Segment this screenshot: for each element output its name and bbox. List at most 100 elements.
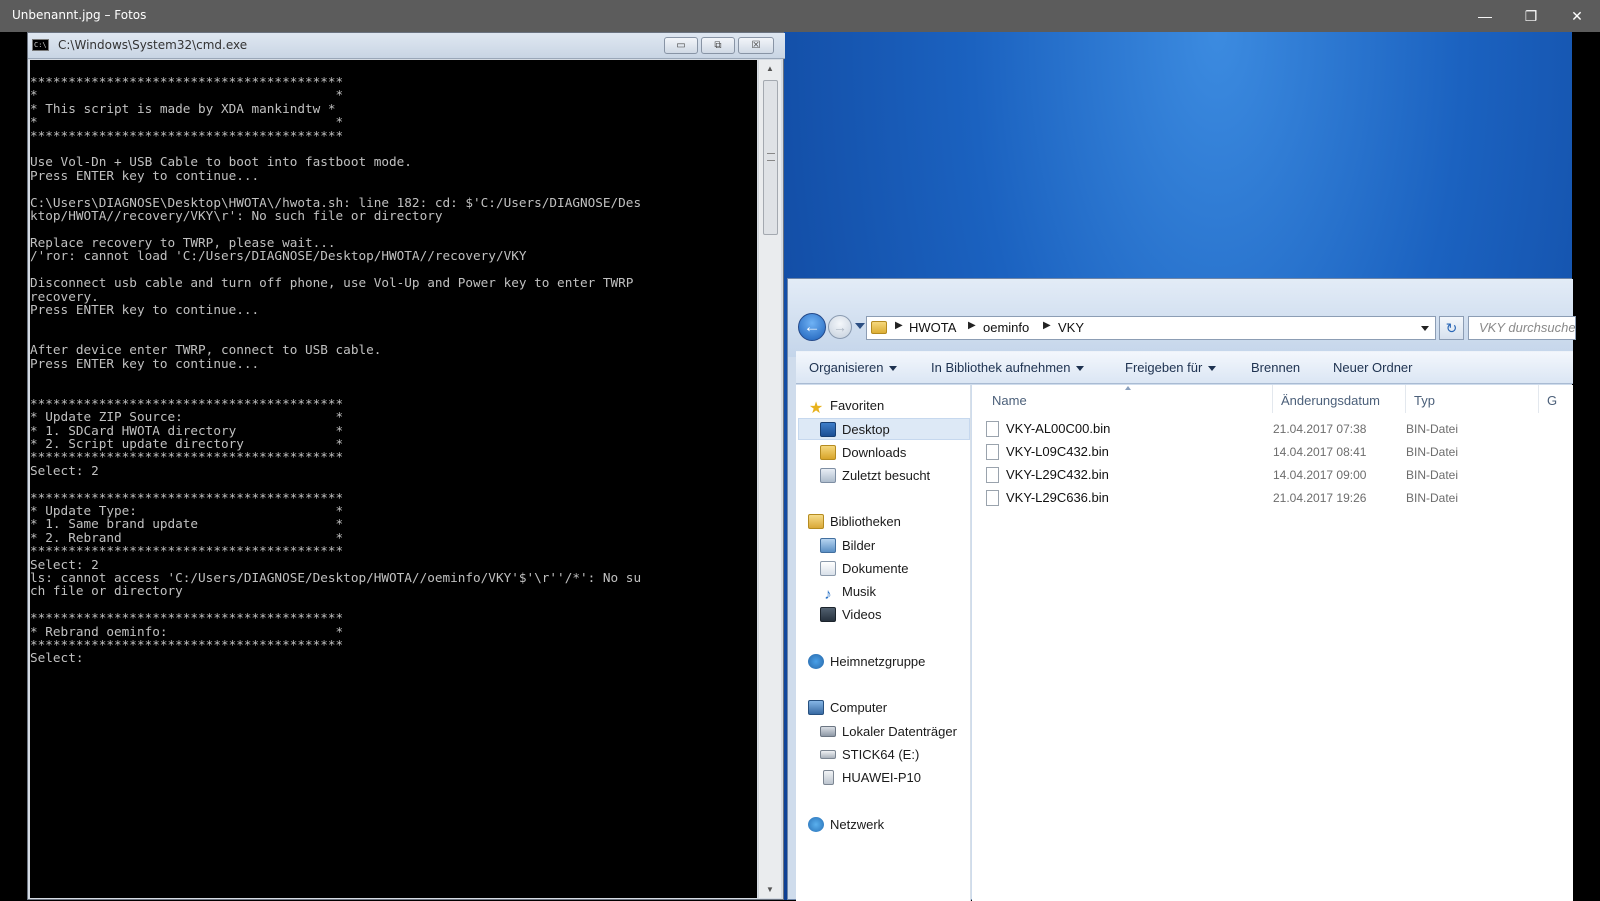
include-in-library-label: In Bibliothek aufnehmen: [931, 360, 1071, 375]
explorer-header: ← → ▶ HWOTA ▶ oeminfo ▶ VKY ↻ VKY durchs…: [788, 279, 1576, 357]
chevron-down-icon: [1076, 366, 1085, 372]
nav-pictures[interactable]: Bilder: [820, 535, 875, 557]
nav-label: Bibliotheken: [830, 514, 901, 529]
breadcrumb-vky[interactable]: VKY: [1058, 320, 1084, 335]
close-button[interactable]: ✕: [1554, 0, 1600, 32]
computer-icon: [808, 700, 824, 715]
console-output[interactable]: ****************************************…: [30, 60, 757, 898]
usb-drive-icon: [820, 750, 836, 759]
cmd-close-button[interactable]: ☒: [738, 37, 774, 54]
nav-network[interactable]: Netzwerk: [808, 814, 884, 836]
grip-icon: [767, 153, 775, 161]
homegroup-icon: [808, 654, 824, 669]
nav-music[interactable]: ♪ Musik: [820, 581, 876, 603]
file-date: 21.04.2017 19:26: [1273, 491, 1367, 505]
forward-button[interactable]: →: [828, 315, 852, 339]
photo-viewer: C:\ C:\Windows\System32\cmd.exe ▭ ⧉ ☒ **…: [0, 32, 1600, 901]
nav-documents[interactable]: Dokumente: [820, 558, 908, 580]
nav-local-disk[interactable]: Lokaler Datenträger: [820, 721, 957, 743]
nav-label: Desktop: [842, 422, 890, 437]
file-type: BIN-Datei: [1406, 445, 1459, 459]
nav-label: Videos: [842, 607, 882, 622]
desktop-icon: [820, 422, 836, 437]
file-name: VKY-L09C432.bin: [1006, 444, 1109, 459]
cmd-scrollbar[interactable]: ▲ ▼: [758, 60, 781, 898]
organize-label: Organisieren: [809, 360, 884, 375]
nav-huawei-p10[interactable]: HUAWEI-P10: [820, 767, 921, 789]
nav-homegroup[interactable]: Heimnetzgruppe: [808, 651, 925, 673]
nav-label: Musik: [842, 584, 876, 599]
nav-desktop[interactable]: Desktop: [798, 418, 970, 440]
breadcrumb-separator-icon[interactable]: ▶: [895, 320, 903, 331]
nav-libraries[interactable]: Bibliotheken: [808, 511, 901, 533]
breadcrumb-hwota[interactable]: HWOTA: [909, 320, 956, 335]
chevron-down-icon[interactable]: [1421, 326, 1429, 331]
music-icon: ♪: [824, 586, 832, 603]
share-with-button[interactable]: Freigeben für: [1125, 360, 1217, 375]
nav-label: Netzwerk: [830, 817, 885, 832]
search-input[interactable]: VKY durchsuchen: [1468, 316, 1576, 340]
nav-favorites[interactable]: ★ Favoriten: [808, 395, 884, 417]
file-row[interactable]: VKY-AL00C00.bin 21.04.2017 07:38 BIN-Dat…: [986, 418, 1566, 440]
nav-label: Favoriten: [830, 398, 885, 413]
column-header-type[interactable]: Typ: [1414, 393, 1435, 408]
recent-places-icon: [820, 468, 836, 483]
back-button[interactable]: ←: [798, 313, 826, 341]
file-date: 14.04.2017 09:00: [1273, 468, 1367, 482]
file-icon: [986, 467, 999, 483]
scroll-up-arrow-icon[interactable]: ▲: [759, 60, 781, 77]
scroll-thumb[interactable]: [763, 80, 778, 235]
column-divider[interactable]: [1538, 385, 1539, 413]
nav-stick64[interactable]: STICK64 (E:): [820, 744, 919, 766]
refresh-button[interactable]: ↻: [1439, 316, 1464, 340]
cmd-titlebar: C:\ C:\Windows\System32\cmd.exe ▭ ⧉ ☒: [28, 33, 785, 59]
cmd-icon: C:\: [32, 39, 49, 51]
nav-computer[interactable]: Computer: [808, 697, 887, 719]
cmd-window: C:\ C:\Windows\System32\cmd.exe ▭ ⧉ ☒ **…: [27, 32, 785, 900]
column-header-name[interactable]: Name: [992, 393, 1027, 408]
column-divider[interactable]: [1272, 385, 1273, 413]
share-with-label: Freigeben für: [1125, 360, 1203, 375]
organize-button[interactable]: Organisieren: [809, 360, 898, 375]
libraries-icon: [808, 514, 824, 529]
breadcrumb-separator-icon[interactable]: ▶: [1043, 320, 1051, 331]
include-in-library-button[interactable]: In Bibliothek aufnehmen: [931, 360, 1085, 375]
column-header-size[interactable]: G: [1547, 393, 1557, 408]
file-row[interactable]: VKY-L29C636.bin 21.04.2017 19:26 BIN-Dat…: [986, 487, 1566, 509]
file-row[interactable]: VKY-L09C432.bin 14.04.2017 08:41 BIN-Dat…: [986, 441, 1566, 463]
command-bar: Organisieren In Bibliothek aufnehmen Fre…: [796, 351, 1573, 384]
downloads-folder-icon: [820, 445, 836, 460]
scroll-down-arrow-icon[interactable]: ▼: [759, 881, 781, 898]
column-divider[interactable]: [1405, 385, 1406, 413]
phone-icon: [823, 770, 834, 785]
cmd-title: C:\Windows\System32\cmd.exe: [58, 38, 248, 52]
cmd-minimize-button[interactable]: ▭: [664, 37, 698, 54]
recent-pages-icon[interactable]: [855, 323, 865, 329]
file-date: 14.04.2017 08:41: [1273, 445, 1367, 459]
new-folder-button[interactable]: Neuer Ordner: [1333, 360, 1412, 375]
breadcrumb-separator-icon[interactable]: ▶: [968, 320, 976, 331]
photos-titlebar: Unbenannt.jpg – Fotos — ❐ ✕: [0, 0, 1600, 32]
pictures-icon: [820, 538, 836, 553]
file-row[interactable]: VKY-L29C432.bin 14.04.2017 09:00 BIN-Dat…: [986, 464, 1566, 486]
address-bar[interactable]: ▶ HWOTA ▶ oeminfo ▶ VKY: [866, 316, 1436, 340]
nav-downloads[interactable]: Downloads: [820, 442, 906, 464]
chevron-down-icon: [1208, 366, 1217, 372]
minimize-button[interactable]: —: [1462, 0, 1508, 32]
cmd-maximize-button[interactable]: ⧉: [701, 37, 735, 54]
burn-button[interactable]: Brennen: [1251, 360, 1300, 375]
nav-videos[interactable]: Videos: [820, 604, 882, 626]
nav-recent[interactable]: Zuletzt besucht: [820, 465, 930, 487]
file-icon: [986, 490, 999, 506]
file-name: VKY-AL00C00.bin: [1006, 421, 1111, 436]
nav-label: Lokaler Datenträger: [842, 724, 957, 739]
nav-label: Downloads: [842, 445, 907, 460]
nav-label: Bilder: [842, 538, 876, 553]
file-icon: [986, 421, 999, 437]
breadcrumb-oeminfo[interactable]: oeminfo: [983, 320, 1029, 335]
column-header-date[interactable]: Änderungsdatum: [1281, 393, 1380, 408]
network-icon: [808, 817, 824, 832]
maximize-button[interactable]: ❐: [1508, 0, 1554, 32]
navigation-pane: ★ Favoriten Desktop Downloads Zuletzt bes…: [796, 385, 971, 901]
file-type: BIN-Datei: [1406, 491, 1459, 505]
